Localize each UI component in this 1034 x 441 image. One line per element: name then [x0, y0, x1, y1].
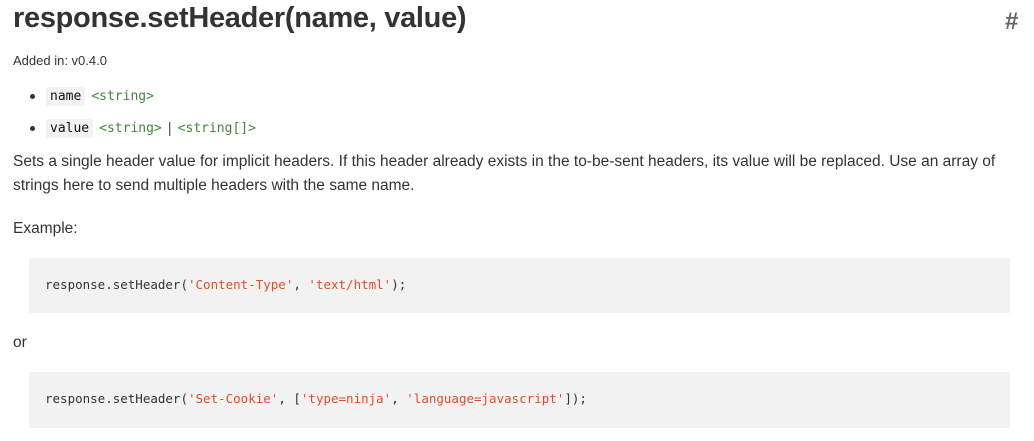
- bullet-icon: [30, 94, 35, 99]
- code-block: response.setHeader('Content-Type', 'text…: [29, 258, 1010, 313]
- param-item-name: name <string>: [30, 87, 154, 106]
- type-separator: |: [167, 120, 172, 137]
- type-link-string[interactable]: <string>: [91, 89, 154, 104]
- code-line: response.setHeader('Content-Type', 'text…: [45, 277, 407, 292]
- bullet-icon: [30, 126, 35, 131]
- code-block: response.setHeader('Set-Cookie', ['type=…: [29, 372, 1010, 428]
- param-item-value: value <string> | <string[]>: [30, 119, 256, 138]
- or-label: or: [13, 334, 27, 351]
- description: Sets a single header value for implicit …: [13, 153, 996, 194]
- type-link-string[interactable]: <string>: [99, 121, 162, 136]
- example-label: Example:: [13, 220, 78, 237]
- anchor-link[interactable]: #: [1005, 8, 1018, 36]
- added-in-version: Added in: v0.4.0: [13, 53, 107, 68]
- code-line: response.setHeader('Set-Cookie', ['type=…: [45, 391, 587, 406]
- param-name: value: [46, 119, 94, 138]
- page-title: response.setHeader(name, value): [13, 2, 467, 34]
- type-link-string-array[interactable]: <string[]>: [178, 121, 256, 136]
- param-name: name: [46, 87, 86, 106]
